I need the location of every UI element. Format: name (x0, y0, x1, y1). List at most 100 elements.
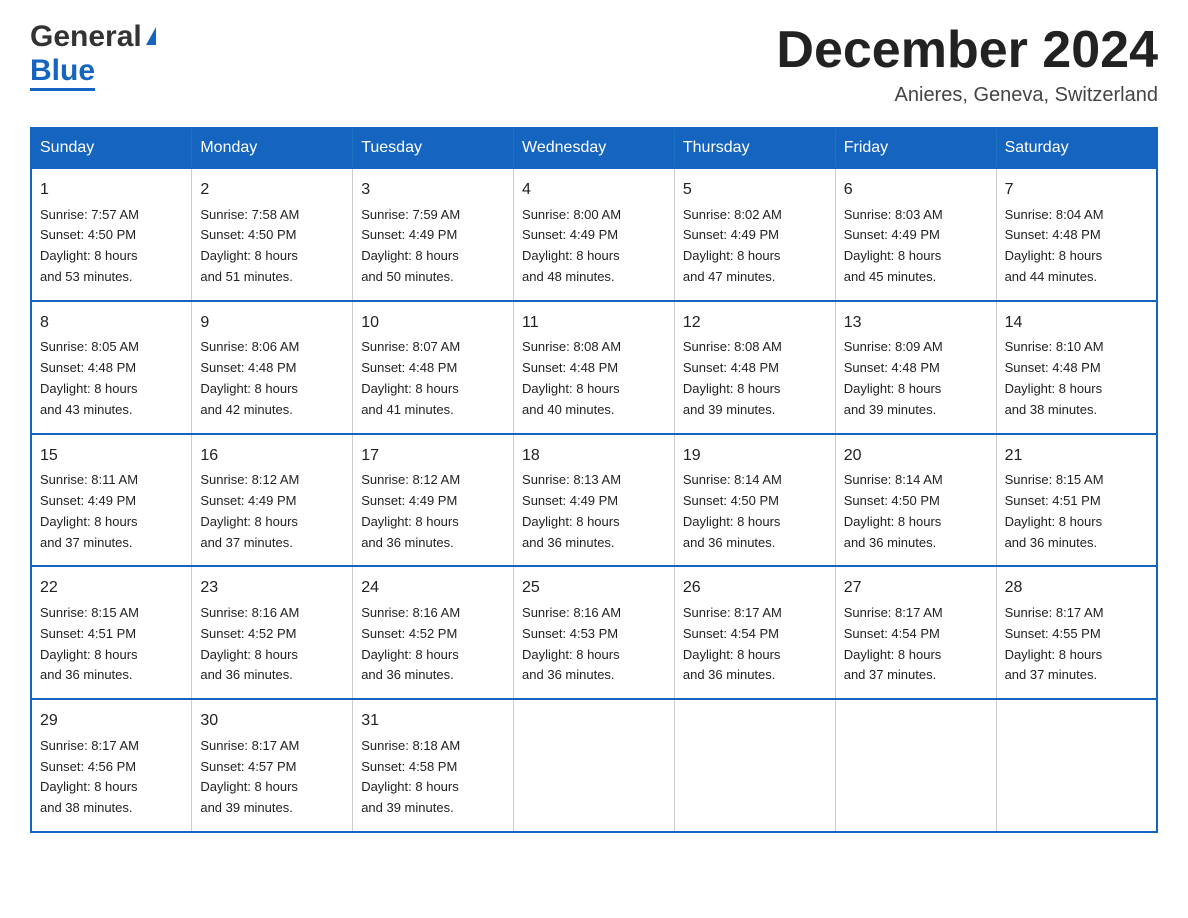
daylight-text-1: Daylight: 8 hours (522, 246, 666, 267)
calendar-header-wednesday: Wednesday (514, 128, 675, 168)
daylight-text-2: and 36 minutes. (522, 665, 666, 686)
calendar-day-21: 21Sunrise: 8:15 AMSunset: 4:51 PMDayligh… (996, 434, 1157, 567)
calendar-empty-cell (674, 699, 835, 832)
daylight-text-1: Daylight: 8 hours (844, 246, 988, 267)
daylight-text-1: Daylight: 8 hours (361, 645, 505, 666)
daylight-text-2: and 39 minutes. (844, 400, 988, 421)
sunrise-text: Sunrise: 8:02 AM (683, 205, 827, 226)
daylight-text-1: Daylight: 8 hours (40, 512, 183, 533)
daylight-text-2: and 37 minutes. (844, 665, 988, 686)
daylight-text-1: Daylight: 8 hours (522, 645, 666, 666)
daylight-text-2: and 50 minutes. (361, 267, 505, 288)
calendar-header-saturday: Saturday (996, 128, 1157, 168)
day-number: 21 (1005, 443, 1148, 469)
daylight-text-1: Daylight: 8 hours (844, 379, 988, 400)
day-number: 2 (200, 177, 344, 203)
day-number: 30 (200, 708, 344, 734)
sunset-text: Sunset: 4:54 PM (844, 624, 988, 645)
sunrise-text: Sunrise: 8:16 AM (522, 603, 666, 624)
daylight-text-2: and 39 minutes. (683, 400, 827, 421)
sunrise-text: Sunrise: 8:16 AM (361, 603, 505, 624)
day-number: 9 (200, 310, 344, 336)
sunset-text: Sunset: 4:48 PM (361, 358, 505, 379)
sunrise-text: Sunrise: 8:15 AM (1005, 470, 1148, 491)
day-number: 22 (40, 575, 183, 601)
calendar-day-29: 29Sunrise: 8:17 AMSunset: 4:56 PMDayligh… (31, 699, 192, 832)
daylight-text-1: Daylight: 8 hours (522, 512, 666, 533)
calendar-empty-cell (996, 699, 1157, 832)
calendar-week-row: 1Sunrise: 7:57 AMSunset: 4:50 PMDaylight… (31, 168, 1157, 301)
daylight-text-2: and 40 minutes. (522, 400, 666, 421)
daylight-text-1: Daylight: 8 hours (40, 777, 183, 798)
sunrise-text: Sunrise: 8:15 AM (40, 603, 183, 624)
sunset-text: Sunset: 4:50 PM (200, 225, 344, 246)
sunset-text: Sunset: 4:50 PM (844, 491, 988, 512)
daylight-text-2: and 36 minutes. (522, 533, 666, 554)
daylight-text-2: and 38 minutes. (40, 798, 183, 819)
calendar-day-4: 4Sunrise: 8:00 AMSunset: 4:49 PMDaylight… (514, 168, 675, 301)
sunrise-text: Sunrise: 8:08 AM (522, 337, 666, 358)
daylight-text-1: Daylight: 8 hours (361, 246, 505, 267)
sunset-text: Sunset: 4:52 PM (200, 624, 344, 645)
sunset-text: Sunset: 4:49 PM (844, 225, 988, 246)
daylight-text-2: and 53 minutes. (40, 267, 183, 288)
daylight-text-1: Daylight: 8 hours (361, 777, 505, 798)
calendar-table: SundayMondayTuesdayWednesdayThursdayFrid… (30, 127, 1158, 833)
calendar-day-23: 23Sunrise: 8:16 AMSunset: 4:52 PMDayligh… (192, 566, 353, 699)
daylight-text-2: and 36 minutes. (361, 533, 505, 554)
day-number: 19 (683, 443, 827, 469)
calendar-day-6: 6Sunrise: 8:03 AMSunset: 4:49 PMDaylight… (835, 168, 996, 301)
daylight-text-2: and 51 minutes. (200, 267, 344, 288)
day-number: 13 (844, 310, 988, 336)
calendar-day-31: 31Sunrise: 8:18 AMSunset: 4:58 PMDayligh… (353, 699, 514, 832)
sunset-text: Sunset: 4:49 PM (361, 491, 505, 512)
sunrise-text: Sunrise: 8:17 AM (40, 736, 183, 757)
sunrise-text: Sunrise: 8:16 AM (200, 603, 344, 624)
calendar-day-25: 25Sunrise: 8:16 AMSunset: 4:53 PMDayligh… (514, 566, 675, 699)
sunset-text: Sunset: 4:49 PM (683, 225, 827, 246)
title-block: December 2024 Anieres, Geneva, Switzerla… (776, 20, 1158, 107)
daylight-text-2: and 37 minutes. (40, 533, 183, 554)
calendar-day-28: 28Sunrise: 8:17 AMSunset: 4:55 PMDayligh… (996, 566, 1157, 699)
calendar-day-24: 24Sunrise: 8:16 AMSunset: 4:52 PMDayligh… (353, 566, 514, 699)
sunrise-text: Sunrise: 8:05 AM (40, 337, 183, 358)
daylight-text-1: Daylight: 8 hours (200, 512, 344, 533)
sunset-text: Sunset: 4:58 PM (361, 757, 505, 778)
sunrise-text: Sunrise: 8:06 AM (200, 337, 344, 358)
calendar-day-15: 15Sunrise: 8:11 AMSunset: 4:49 PMDayligh… (31, 434, 192, 567)
sunset-text: Sunset: 4:50 PM (40, 225, 183, 246)
calendar-day-27: 27Sunrise: 8:17 AMSunset: 4:54 PMDayligh… (835, 566, 996, 699)
sunrise-text: Sunrise: 8:11 AM (40, 470, 183, 491)
day-number: 3 (361, 177, 505, 203)
calendar-day-12: 12Sunrise: 8:08 AMSunset: 4:48 PMDayligh… (674, 301, 835, 434)
day-number: 24 (361, 575, 505, 601)
daylight-text-2: and 36 minutes. (844, 533, 988, 554)
daylight-text-1: Daylight: 8 hours (200, 645, 344, 666)
day-number: 31 (361, 708, 505, 734)
logo-triangle-icon (146, 27, 156, 45)
daylight-text-1: Daylight: 8 hours (844, 512, 988, 533)
sunset-text: Sunset: 4:51 PM (1005, 491, 1148, 512)
sunrise-text: Sunrise: 8:08 AM (683, 337, 827, 358)
calendar-day-1: 1Sunrise: 7:57 AMSunset: 4:50 PMDaylight… (31, 168, 192, 301)
sunset-text: Sunset: 4:49 PM (40, 491, 183, 512)
daylight-text-1: Daylight: 8 hours (1005, 379, 1148, 400)
calendar-day-17: 17Sunrise: 8:12 AMSunset: 4:49 PMDayligh… (353, 434, 514, 567)
location-text: Anieres, Geneva, Switzerland (776, 84, 1158, 107)
day-number: 4 (522, 177, 666, 203)
sunset-text: Sunset: 4:53 PM (522, 624, 666, 645)
calendar-day-20: 20Sunrise: 8:14 AMSunset: 4:50 PMDayligh… (835, 434, 996, 567)
sunset-text: Sunset: 4:49 PM (522, 225, 666, 246)
sunset-text: Sunset: 4:49 PM (361, 225, 505, 246)
calendar-day-8: 8Sunrise: 8:05 AMSunset: 4:48 PMDaylight… (31, 301, 192, 434)
calendar-day-3: 3Sunrise: 7:59 AMSunset: 4:49 PMDaylight… (353, 168, 514, 301)
daylight-text-2: and 41 minutes. (361, 400, 505, 421)
calendar-day-9: 9Sunrise: 8:06 AMSunset: 4:48 PMDaylight… (192, 301, 353, 434)
sunset-text: Sunset: 4:48 PM (40, 358, 183, 379)
calendar-header-row: SundayMondayTuesdayWednesdayThursdayFrid… (31, 128, 1157, 168)
sunset-text: Sunset: 4:48 PM (1005, 358, 1148, 379)
logo: General Blue (30, 20, 156, 91)
sunrise-text: Sunrise: 8:14 AM (844, 470, 988, 491)
daylight-text-2: and 37 minutes. (200, 533, 344, 554)
daylight-text-2: and 47 minutes. (683, 267, 827, 288)
